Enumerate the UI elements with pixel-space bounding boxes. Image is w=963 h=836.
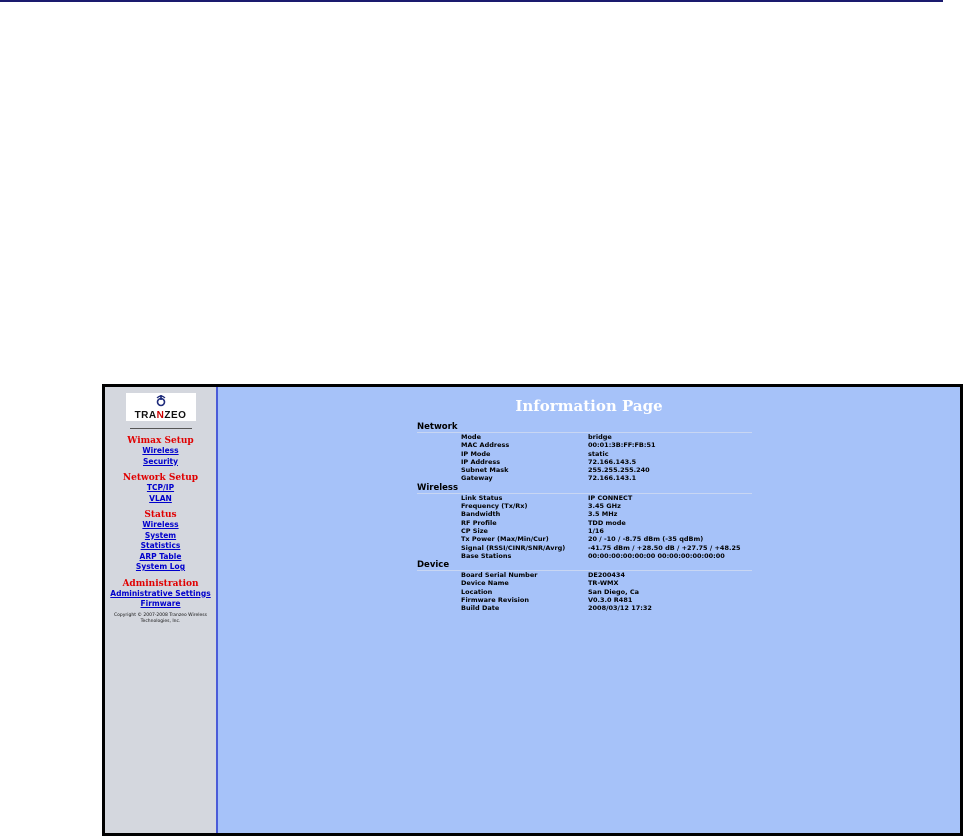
info-label: IP Address: [461, 457, 501, 466]
info-label: Tx Power (Max/Min/Cur): [461, 535, 549, 544]
info-label: Bandwidth: [461, 510, 501, 519]
nav-link-system-log[interactable]: System Log: [105, 562, 216, 573]
info-value: static: [588, 449, 609, 458]
info-row: IP Address 72.166.143.5: [417, 458, 752, 466]
nav-link-firmware[interactable]: Firmware: [105, 599, 216, 610]
info-label: Link Status: [461, 493, 503, 502]
info-value: 1/16: [588, 526, 604, 535]
info-row: Board Serial Number DE200434: [417, 571, 752, 579]
info-row: CP Size 1/16: [417, 527, 752, 535]
logo-icon: [156, 395, 165, 407]
info-row: IP Mode static: [417, 450, 752, 458]
info-value: 72.166.143.1: [588, 474, 637, 483]
info-value: V0.3.0 R481: [588, 596, 633, 605]
info-label: IP Mode: [461, 449, 491, 458]
nav-link-vlan[interactable]: VLAN: [105, 494, 216, 505]
info-value: DE200434: [588, 571, 625, 580]
group-heading: Wireless: [417, 483, 752, 494]
info-table: Network Mode bridge MAC Address 00:01:3B:FF:…: [417, 422, 752, 613]
info-label: CP Size: [461, 526, 488, 535]
info-row: Bandwidth 3.5 MHz: [417, 510, 752, 518]
info-row: Device Name TR-WMX: [417, 579, 752, 587]
info-label: Board Serial Number: [461, 571, 538, 580]
sidebar: TRANZEO Wimax Setup Wireless Security Ne…: [105, 387, 218, 833]
info-row: Mode bridge: [417, 433, 752, 441]
sidebar-divider: [129, 428, 192, 429]
info-row: Base Stations 00:00:00:00:00:00 00:00:00:…: [417, 552, 752, 560]
top-divider: [0, 0, 943, 2]
info-value: 3.5 MHz: [588, 510, 618, 519]
info-row: MAC Address 00:01:3B:FF:FB:51: [417, 441, 752, 449]
info-value: TDD mode: [588, 518, 626, 527]
group-heading: Device: [417, 560, 752, 572]
tranzeo-logo: TRANZEO: [125, 393, 196, 421]
info-label: Mode: [461, 433, 481, 441]
info-row: Location San Diego, Ca: [417, 588, 752, 596]
info-row: RF Profile TDD mode: [417, 519, 752, 527]
info-value: -41.75 dBm / +28.50 dB / +27.75 / +48.25: [588, 543, 741, 552]
info-row: Subnet Mask 255.255.255.240: [417, 466, 752, 474]
section-title-administration: Administration: [122, 578, 199, 589]
group-heading: Network: [417, 422, 752, 433]
nav-link-security[interactable]: Security: [105, 457, 216, 468]
info-row: Gateway 72.166.143.1: [417, 474, 752, 482]
info-label: Firmware Revision: [461, 596, 529, 605]
info-value: 00:00:00:00:00:00 00:00:00:00:00:00: [588, 551, 725, 560]
nav-link-status-wireless[interactable]: Wireless: [105, 520, 216, 531]
info-row: Tx Power (Max/Min/Cur) 20 / -10 / -8.75 d…: [417, 535, 752, 543]
info-label: Gateway: [461, 474, 493, 483]
info-value: San Diego, Ca: [588, 587, 639, 596]
main-content: Information Page Network Mode bridge MAC Ad…: [218, 387, 960, 833]
info-value: 255.255.255.240: [588, 466, 650, 475]
nav-link-system[interactable]: System: [105, 531, 216, 542]
logo-wordmark: TRANZEO: [134, 410, 187, 421]
info-row: Signal (RSSI/CINR/SNR/Avrg) -41.75 dBm / …: [417, 544, 752, 552]
info-value: 72.166.143.5: [588, 457, 637, 466]
info-row: Link Status IP CONNECT: [417, 494, 752, 502]
section-title-network-setup: Network Setup: [122, 473, 199, 483]
copyright-text: Copyright © 2007-2008 Tranzeo Wireless T…: [114, 612, 207, 624]
browser-content-frame: TRANZEO Wimax Setup Wireless Security Ne…: [102, 384, 963, 836]
info-value: 3.45 GHz: [588, 502, 621, 511]
info-row: Build Date 2008/03/12 17:32: [417, 604, 752, 612]
info-label: Build Date: [461, 604, 500, 613]
info-value: TR-WMX: [588, 579, 619, 588]
info-label: Subnet Mask: [461, 466, 509, 475]
info-value: 20 / -10 / -8.75 dBm (-35 qdBm): [588, 535, 704, 544]
nav-link-statistics[interactable]: Statistics: [105, 541, 216, 552]
info-label: RF Profile: [461, 518, 497, 527]
page-title: Information Page: [515, 397, 663, 415]
nav-link-tcpip[interactable]: TCP/IP: [105, 483, 216, 494]
info-row: Frequency (Tx/Rx) 3.45 GHz: [417, 502, 752, 510]
nav-link-wimax-wireless[interactable]: Wireless: [105, 446, 216, 457]
info-row: Firmware Revision V0.3.0 R481: [417, 596, 752, 604]
info-label: Device Name: [461, 579, 509, 588]
info-value: 00:01:3B:FF:FB:51: [588, 441, 656, 450]
info-value: IP CONNECT: [588, 493, 633, 502]
info-label: Signal (RSSI/CINR/SNR/Avrg): [461, 543, 566, 552]
info-label: Base Stations: [461, 551, 512, 560]
nav-link-administrative-settings[interactable]: Administrative Settings: [105, 589, 216, 600]
section-title-wimax-setup: Wimax Setup: [127, 436, 194, 446]
section-title-status: Status: [144, 510, 177, 520]
info-label: Frequency (Tx/Rx): [461, 502, 528, 511]
info-label: Location: [461, 587, 493, 596]
nav-link-arp-table[interactable]: ARP Table: [105, 552, 216, 563]
info-value: bridge: [588, 433, 612, 441]
info-label: MAC Address: [461, 441, 510, 450]
info-value: 2008/03/12 17:32: [588, 604, 652, 613]
